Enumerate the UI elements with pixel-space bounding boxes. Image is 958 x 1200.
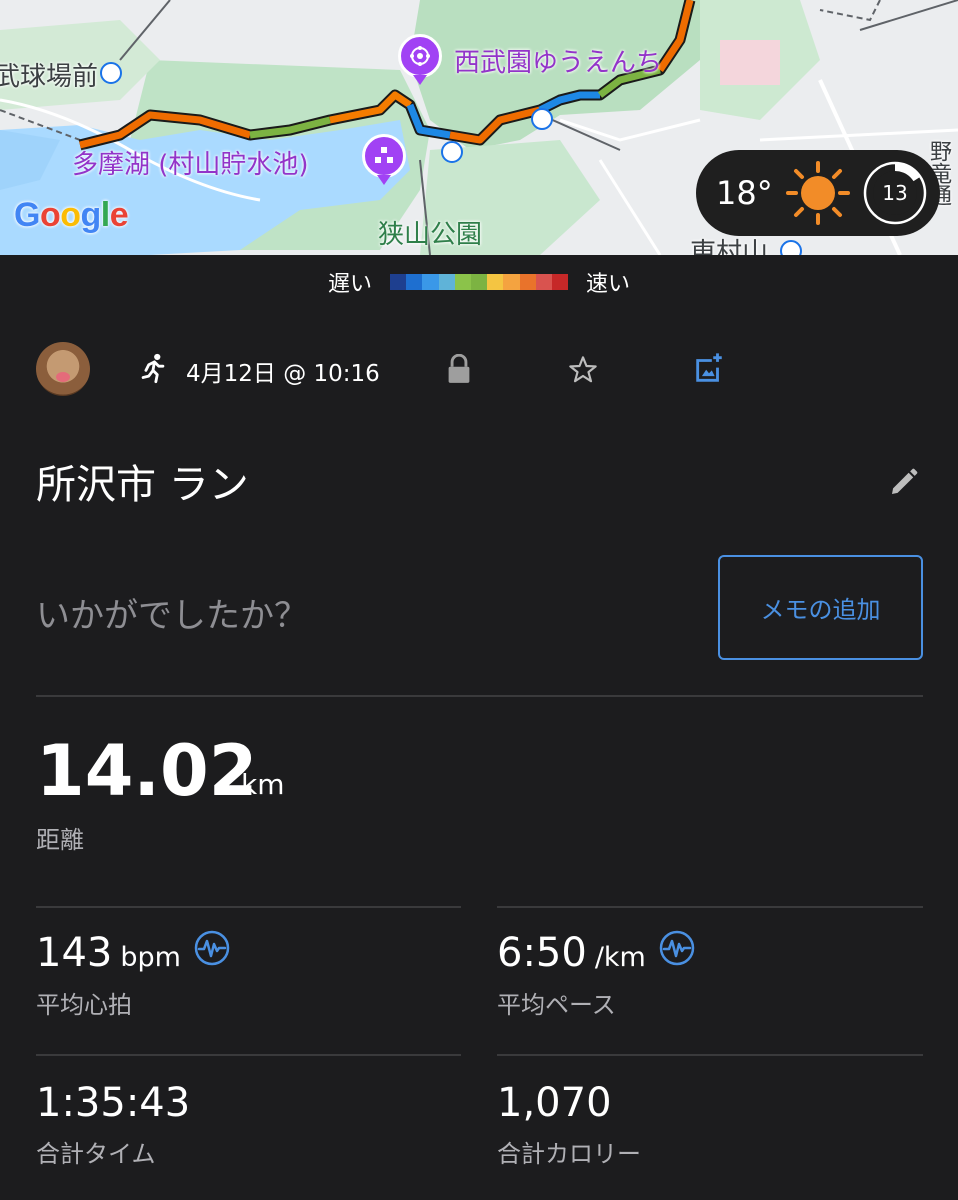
legend-fast-label: 速い	[586, 272, 631, 297]
weather-pill[interactable]: 18° 13	[696, 150, 940, 236]
distance-unit: km	[241, 768, 285, 801]
avg-heart-rate-label: 平均心拍	[36, 991, 132, 1019]
runner-icon	[141, 353, 165, 384]
lake-pin-icon[interactable]	[362, 134, 406, 185]
add-memo-button[interactable]: メモの追加	[718, 555, 923, 660]
legend-color-swatch	[438, 274, 455, 290]
station-icon[interactable]	[531, 108, 553, 130]
map-label-sayama-park[interactable]: 狭山公園	[378, 214, 482, 251]
note-prompt[interactable]: いかがでしたか？	[36, 588, 308, 637]
google-logo-letter: o	[60, 196, 81, 234]
google-logo-letter: g	[80, 196, 102, 234]
divider	[36, 1054, 461, 1056]
google-logo: Google	[14, 196, 129, 235]
map-label-stadium: 武球場前	[0, 62, 99, 92]
legend-color-swatch	[519, 274, 536, 290]
legend-color-swatch	[503, 274, 520, 290]
station-icon[interactable]	[441, 141, 463, 163]
avg-pace-unit: /km	[594, 942, 646, 973]
pace-legend: 遅い 速い	[0, 255, 958, 309]
total-time-value: 1:35:43	[36, 1080, 191, 1126]
avg-heart-rate-stat[interactable]: 143 bpm	[36, 930, 181, 976]
station-icon[interactable]	[100, 62, 122, 84]
map-label-tamako[interactable]: 多摩湖 (村山貯水池)	[72, 144, 309, 181]
avatar[interactable]	[36, 342, 90, 396]
timer-value: 13	[882, 181, 908, 205]
legend-slow-label: 遅い	[327, 272, 372, 297]
avg-pace-stat[interactable]: 6:50/km	[497, 930, 646, 976]
divider	[497, 906, 923, 908]
divider	[497, 1054, 923, 1056]
activity-title: 所沢市 ラン	[36, 462, 249, 508]
activity-header-row: 4月12日 @ 10:16	[0, 330, 958, 410]
google-logo-letter: G	[14, 196, 40, 234]
legend-color-bar	[390, 274, 569, 290]
star-icon[interactable]	[567, 354, 599, 386]
total-time-label: 合計タイム	[36, 1140, 156, 1168]
legend-color-swatch	[454, 274, 471, 290]
avg-pace-label: 平均ペース	[497, 991, 616, 1019]
total-calories-label: 合計カロリー	[497, 1140, 641, 1168]
weather-temperature: 18°	[716, 174, 773, 212]
total-calories-value: 1,070	[497, 1080, 612, 1126]
sun-icon	[786, 161, 850, 225]
amusement-park-pin-icon[interactable]	[398, 34, 442, 85]
legend-color-swatch	[535, 274, 552, 290]
pulse-icon[interactable]	[658, 929, 696, 967]
google-logo-letter: e	[109, 196, 129, 234]
legend-color-swatch	[551, 274, 569, 290]
avg-heart-rate-unit: bpm	[120, 942, 181, 973]
route-map[interactable]: 武球場前 西武園ゆうえんち 多摩湖 (村山貯水池) 狭山公園 東村山 野竜通 G…	[0, 0, 958, 255]
distance-label: 距離	[36, 826, 84, 854]
divider	[36, 695, 923, 697]
activity-date: 4月12日 @ 10:16	[186, 361, 380, 387]
pulse-icon[interactable]	[193, 929, 231, 967]
lock-icon[interactable]	[445, 354, 473, 384]
google-logo-letter: l	[100, 196, 110, 234]
add-photo-icon[interactable]	[692, 352, 726, 386]
timer-icon: 13	[862, 160, 928, 226]
divider	[36, 906, 461, 908]
google-logo-letter: o	[39, 196, 61, 234]
legend-color-swatch	[470, 274, 488, 290]
avg-pace-value: 6:50	[497, 930, 587, 976]
map-label-seibuen[interactable]: 西武園ゆうえんち	[454, 42, 662, 79]
distance-value: 14.02	[36, 730, 258, 812]
legend-color-swatch	[406, 274, 423, 290]
station-icon[interactable]	[780, 240, 802, 255]
avg-heart-rate-value: 143	[36, 930, 113, 976]
edit-pencil-icon[interactable]	[888, 466, 920, 498]
legend-color-swatch	[390, 274, 407, 290]
legend-color-swatch	[422, 274, 439, 290]
legend-color-swatch	[487, 274, 504, 290]
